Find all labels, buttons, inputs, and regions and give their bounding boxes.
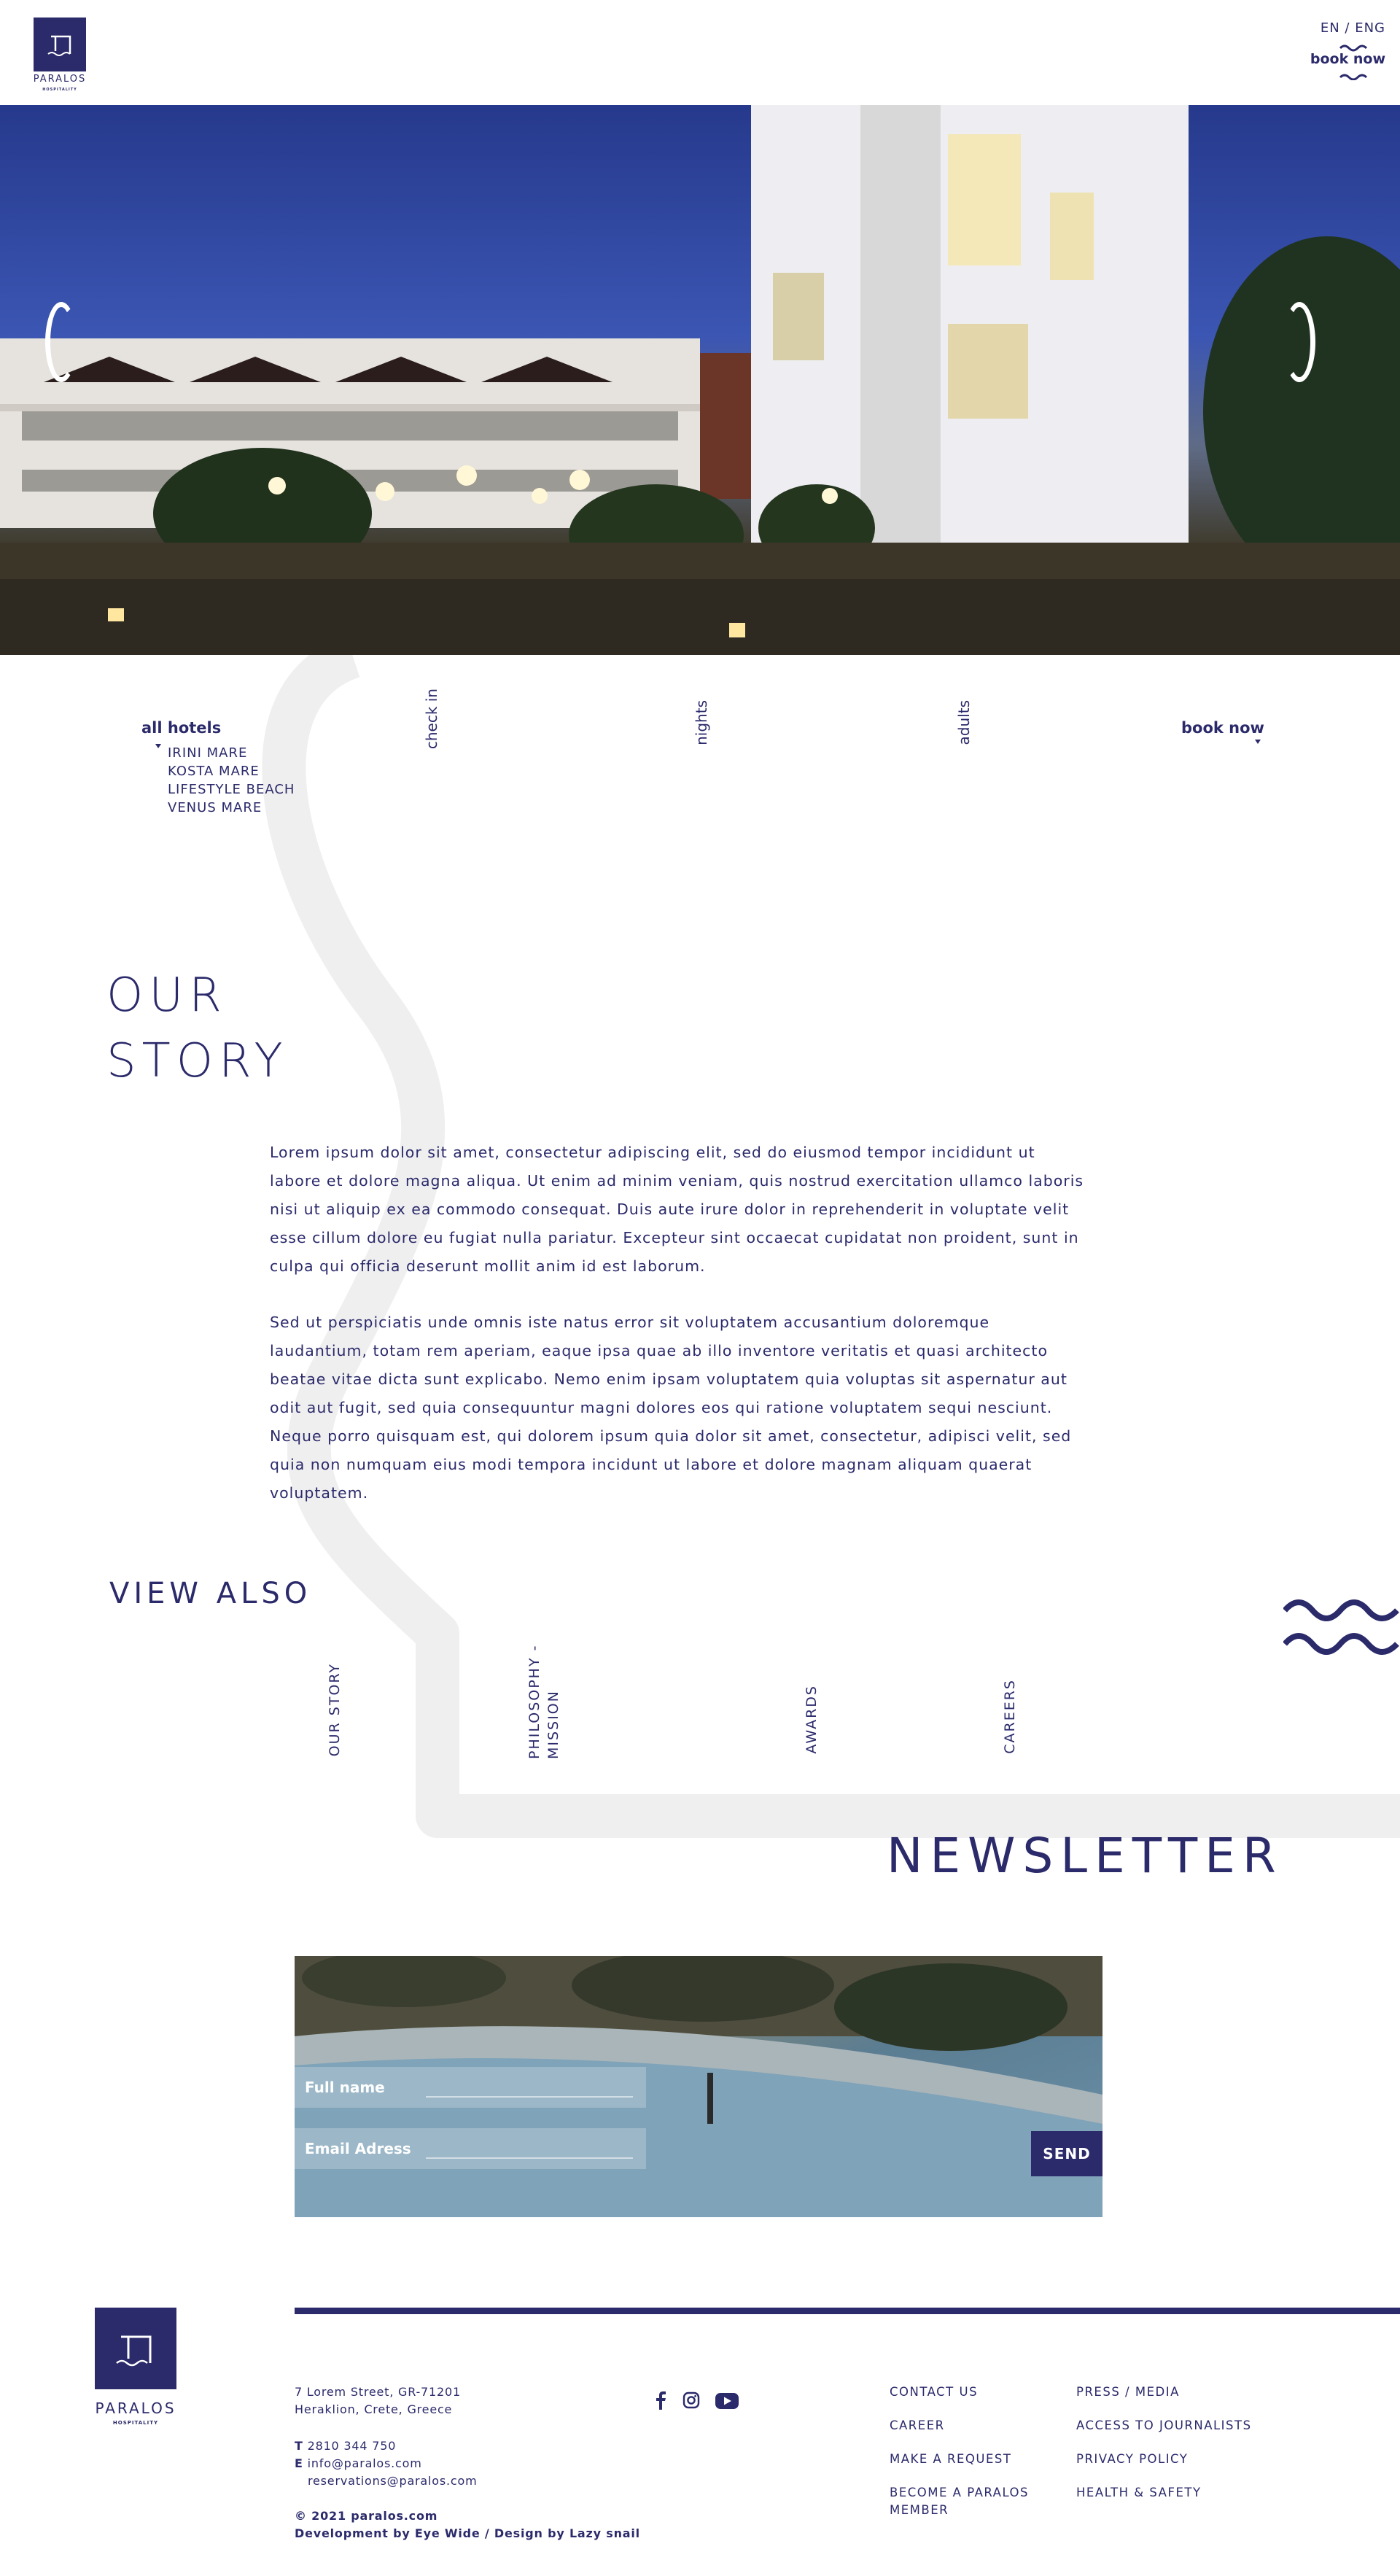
- view-also-link-awards[interactable]: AWARDS: [802, 1685, 821, 1754]
- text-line: esse cillum dolore eu fugiat nulla paria…: [270, 1229, 1079, 1246]
- email-input[interactable]: Email Adress: [295, 2128, 646, 2169]
- text-line: voluptatem.: [270, 1484, 369, 1502]
- footer-link-health-safety[interactable]: HEALTH & SAFETY: [1076, 2484, 1202, 2502]
- text-line: Neque porro quisquam est, qui dolorem ip…: [270, 1427, 1072, 1445]
- text-line: culpa qui officia deserunt mollit anim i…: [270, 1257, 706, 1275]
- view-also-link-philosophy-mission[interactable]: PHILOSOPHY - MISSION: [525, 1634, 563, 1759]
- footer-copyright: © 2021 paralos.com: [295, 2509, 438, 2523]
- address-line: 7 Lorem Street, GR-71201: [295, 2385, 461, 2399]
- footer-link-press-media[interactable]: PRESS / MEDIA: [1076, 2383, 1180, 2401]
- view-also-link-careers[interactable]: CAREERS: [1000, 1679, 1019, 1754]
- text-line: labore et dolore magna aliqua. Ut enim a…: [270, 1172, 1084, 1190]
- instagram-icon[interactable]: [682, 2391, 700, 2409]
- hero-hotel-image: [0, 105, 1400, 655]
- footer-logo[interactable]: [95, 2308, 176, 2389]
- footer-link-privacy-policy[interactable]: PRIVACY POLICY: [1076, 2451, 1188, 2468]
- text-line: quia non numquam eius modi tempora incid…: [270, 1456, 1032, 1473]
- hotel-option[interactable]: IRINI MARE: [168, 745, 247, 761]
- section-title-our-story: OUR STORY: [106, 963, 289, 1094]
- text-line: laudantium, totam rem aperiam, eaque ips…: [270, 1342, 1049, 1359]
- waves-decoration-icon: [1283, 1599, 1399, 1655]
- footer-divider: [295, 2308, 1400, 2314]
- hero-slider[interactable]: [0, 105, 1400, 655]
- facebook-icon[interactable]: [655, 2391, 666, 2410]
- footer-email-reservations[interactable]: reservations@paralos.com: [308, 2474, 477, 2488]
- youtube-icon[interactable]: [715, 2392, 739, 2410]
- arrow-icon: [1255, 740, 1261, 744]
- footer-address: 7 Lorem Street, GR-71201 Heraklion, Cret…: [295, 2383, 461, 2418]
- newsletter-form: Full name Email Adress SEND: [295, 1956, 1102, 2217]
- text-line: Lorem ipsum dolor sit amet, consectetur …: [270, 1144, 1035, 1161]
- nights-field[interactable]: nights: [693, 700, 710, 745]
- story-paragraph-2: Sed ut perspiciatis unde omnis iste natu…: [270, 1308, 1152, 1508]
- book-now-button[interactable]: book now: [1181, 719, 1264, 737]
- view-also-link-our-story[interactable]: OUR STORY: [325, 1663, 344, 1756]
- footer-link-become-member[interactable]: BECOME A PARALOS MEMBER: [890, 2484, 1029, 2519]
- text-line: Sed ut perspiciatis unde omnis iste natu…: [270, 1314, 990, 1331]
- hero-next-arrow[interactable]: [1283, 302, 1315, 382]
- title-line: STORY: [106, 1034, 289, 1088]
- footer-link-make-a-request[interactable]: MAKE A REQUEST: [890, 2451, 1011, 2468]
- footer-email-info[interactable]: info@paralos.com: [308, 2456, 422, 2470]
- footer-credits[interactable]: Development by Eye Wide / Design by Lazy…: [295, 2525, 640, 2542]
- footer-link-access-journalists[interactable]: ACCESS TO JOURNALISTS: [1076, 2417, 1252, 2435]
- email-prefix: E: [295, 2456, 303, 2470]
- send-button[interactable]: SEND: [1031, 2131, 1102, 2176]
- text-line: nisi ut aliquip ex ea commodo consequat.…: [270, 1200, 1070, 1218]
- footer-brand-subtitle: HOSPITALITY: [112, 2420, 159, 2426]
- hotel-option[interactable]: KOSTA MARE: [168, 764, 260, 779]
- phone-prefix: T: [295, 2439, 303, 2453]
- logo-mark-icon: [116, 2335, 152, 2367]
- book-now-header-button[interactable]: book now: [1298, 51, 1385, 67]
- input-underline: [426, 2157, 633, 2159]
- adults-field[interactable]: adults: [955, 700, 973, 745]
- footer-link-career[interactable]: CAREER: [890, 2417, 945, 2435]
- hotel-option[interactable]: LIFESTYLE BEACH: [168, 782, 295, 797]
- section-title-view-also: VIEW ALSO: [109, 1577, 312, 1610]
- footer-brand-name: PARALOS: [95, 2400, 176, 2417]
- logo-mark-icon: [47, 35, 71, 56]
- brand-logo[interactable]: [34, 18, 86, 71]
- brand-subtitle: HOSPITALITY: [42, 88, 77, 92]
- language-selector[interactable]: EN / ENG: [1298, 20, 1385, 36]
- full-name-label: Full name: [305, 2079, 385, 2096]
- full-name-input[interactable]: Full name: [295, 2067, 646, 2108]
- footer-contact: T 2810 344 750 E info@paralos.com reserv…: [295, 2437, 477, 2490]
- title-line: OUR: [106, 969, 228, 1023]
- link-line: BECOME A PARALOS: [890, 2486, 1030, 2499]
- brand-name: PARALOS: [33, 74, 87, 85]
- footer-phone[interactable]: 2810 344 750: [308, 2439, 397, 2453]
- story-paragraph-1: Lorem ipsum dolor sit amet, consectetur …: [270, 1138, 1152, 1281]
- hotel-option[interactable]: VENUS MARE: [168, 800, 262, 815]
- section-title-newsletter: NEWSLETTER: [887, 1828, 1283, 1884]
- text-line: odit aut fugit, sed quia consequuntur ma…: [270, 1399, 1053, 1416]
- caret-down-icon: [155, 744, 161, 748]
- hotel-selector-label[interactable]: all hotels: [141, 719, 221, 737]
- address-line: Heraklion, Crete, Greece: [295, 2402, 453, 2416]
- footer-link-contact-us[interactable]: CONTACT US: [890, 2383, 978, 2401]
- check-in-field[interactable]: check in: [423, 688, 440, 749]
- email-label: Email Adress: [305, 2140, 411, 2157]
- input-underline: [426, 2096, 633, 2098]
- hero-prev-arrow[interactable]: [45, 302, 77, 382]
- link-line: MEMBER: [890, 2503, 949, 2517]
- text-line: beatae vitae dicta sunt explicabo. Nemo …: [270, 1370, 1068, 1388]
